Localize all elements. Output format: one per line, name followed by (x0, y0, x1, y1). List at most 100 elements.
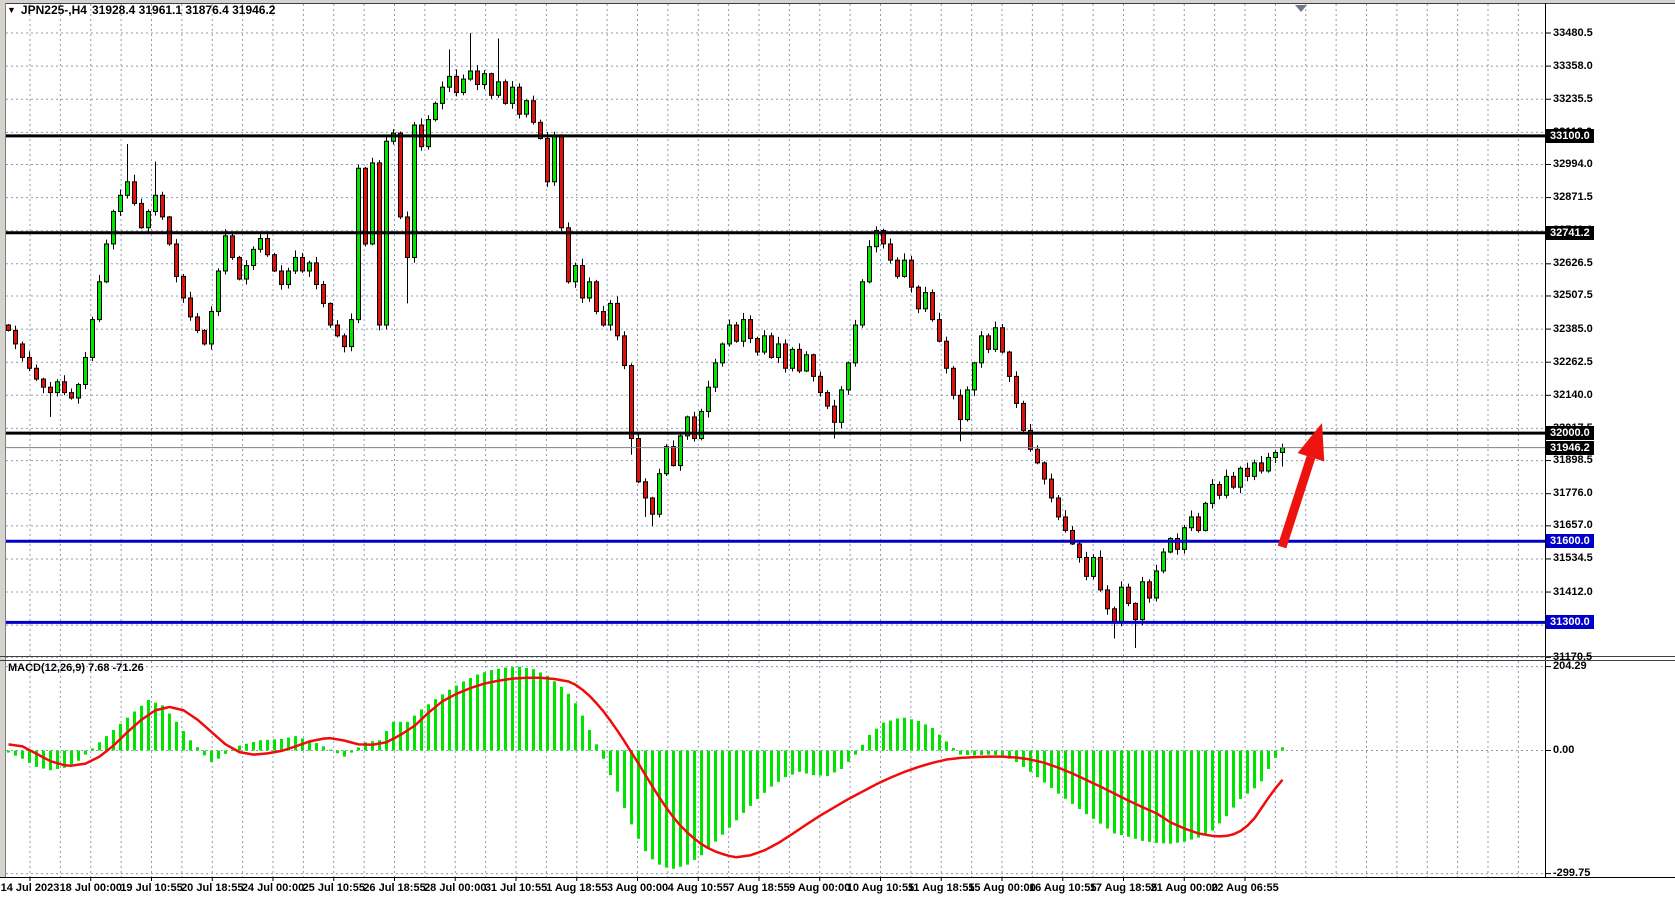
macd-bar (1267, 751, 1270, 769)
candle-bull (903, 253, 907, 277)
candle-bear (406, 212, 410, 304)
candle-bear (987, 333, 991, 353)
time-tick-label: 3 Aug 00:00 (607, 882, 668, 894)
candle-bear (826, 390, 830, 409)
candle-bear (770, 333, 774, 359)
time-tick-label: 28 Jul 00:00 (424, 882, 486, 894)
macd-bar (133, 711, 136, 750)
macd-bar (84, 751, 87, 755)
trend-arrow-shaft[interactable] (1282, 457, 1311, 547)
window-left-frame (0, 3, 5, 877)
candle-bear (1260, 456, 1264, 474)
macd-bar (1057, 751, 1060, 794)
candle-bull (994, 322, 998, 353)
chart-window: ▼ JPN225-,H4 31928.4 31961.1 31876.4 319… (0, 0, 1675, 900)
macd-bar (546, 676, 549, 751)
macd-bar (1155, 751, 1158, 843)
macd-bar (259, 740, 262, 750)
candle-bear (35, 364, 39, 380)
time-tick-label: 4 Aug 10:55 (668, 882, 729, 894)
macd-bar (651, 751, 654, 860)
macd-bar (294, 736, 297, 750)
annotations-layer[interactable] (1282, 423, 1324, 547)
candle-bear (910, 256, 914, 293)
macd-bar (42, 751, 45, 769)
macd-bar (147, 700, 150, 751)
macd-bar (973, 751, 976, 756)
candle-bear (378, 160, 382, 330)
candle-bull (1211, 479, 1215, 508)
macd-bar (980, 751, 983, 756)
macd-bar (679, 751, 682, 867)
macd-bar (56, 751, 59, 769)
candle-bear (21, 342, 25, 362)
candle-bull (350, 313, 354, 351)
candle-bear (1043, 461, 1047, 484)
candle-bear (644, 478, 648, 517)
time-tick-label: 16 Aug 10:55 (1029, 882, 1096, 894)
chart-canvas[interactable] (0, 0, 1675, 900)
candle-bull (112, 210, 116, 250)
time-tick-label: 25 Jul 10:55 (303, 882, 365, 894)
candle-bear (315, 257, 319, 289)
candle-bull (658, 469, 662, 518)
macd-bar (28, 751, 31, 763)
candle-bear (812, 354, 816, 382)
macd-bar (1127, 751, 1130, 837)
candle-bear (490, 73, 494, 99)
chevron-down-icon[interactable]: ▼ (7, 5, 16, 15)
macd-bar (686, 751, 689, 865)
macd-bar (784, 751, 787, 778)
chart-shift-marker-icon[interactable] (1295, 5, 1307, 12)
macd-bar (329, 750, 332, 751)
candle-bull (259, 232, 263, 253)
macd-bar (315, 743, 318, 750)
price-level-badge: 31600.0 (1546, 534, 1594, 548)
time-tick-label: 10 Aug 10:55 (847, 882, 914, 894)
candle-bull (91, 317, 95, 361)
macd-bar (826, 751, 829, 776)
macd-bar (882, 723, 885, 751)
macd-bar (378, 740, 381, 750)
candle-bear (546, 132, 550, 187)
macd-bar (1190, 751, 1193, 840)
candle-bull (924, 287, 928, 312)
macd-bar (91, 748, 94, 750)
candle-bull (427, 115, 431, 149)
macd-bar (1162, 751, 1165, 844)
macd-bar (161, 705, 164, 750)
price-tick-label: 32994.0 (1553, 158, 1593, 170)
candle-bear (931, 289, 935, 321)
macd-bar (714, 751, 717, 842)
candle-bear (518, 83, 522, 118)
candle-bear (651, 497, 655, 526)
macd-bar (945, 741, 948, 750)
horizontal-levels-layer[interactable] (6, 136, 1545, 622)
macd-bar (588, 730, 591, 751)
candle-bull (728, 320, 732, 347)
candle-bear (1057, 495, 1061, 520)
macd-bar (875, 729, 878, 751)
candle-bear (945, 337, 949, 374)
macd-bar (392, 722, 395, 751)
candle-bear (735, 322, 739, 343)
candle-bear (1022, 401, 1026, 434)
macd-bar (896, 718, 899, 750)
macd-bar (987, 751, 990, 755)
macd-bar (749, 751, 752, 806)
candle-bull (224, 229, 228, 274)
candle-bear (1127, 584, 1131, 606)
price-level-badge: 32000.0 (1546, 426, 1594, 440)
candle-bull (980, 331, 984, 368)
candle-bear (1008, 351, 1012, 382)
candle-bear (28, 351, 32, 371)
macd-bar (756, 751, 759, 799)
time-tick-label: 18 Jul 00:00 (60, 882, 122, 894)
candle-bear (917, 285, 921, 313)
candle-bear (602, 306, 606, 327)
macd-bar (189, 740, 192, 750)
candle-bear (7, 324, 11, 332)
candle-bear (1015, 371, 1019, 408)
macd-bar (924, 724, 927, 750)
macd-bar (266, 740, 269, 751)
